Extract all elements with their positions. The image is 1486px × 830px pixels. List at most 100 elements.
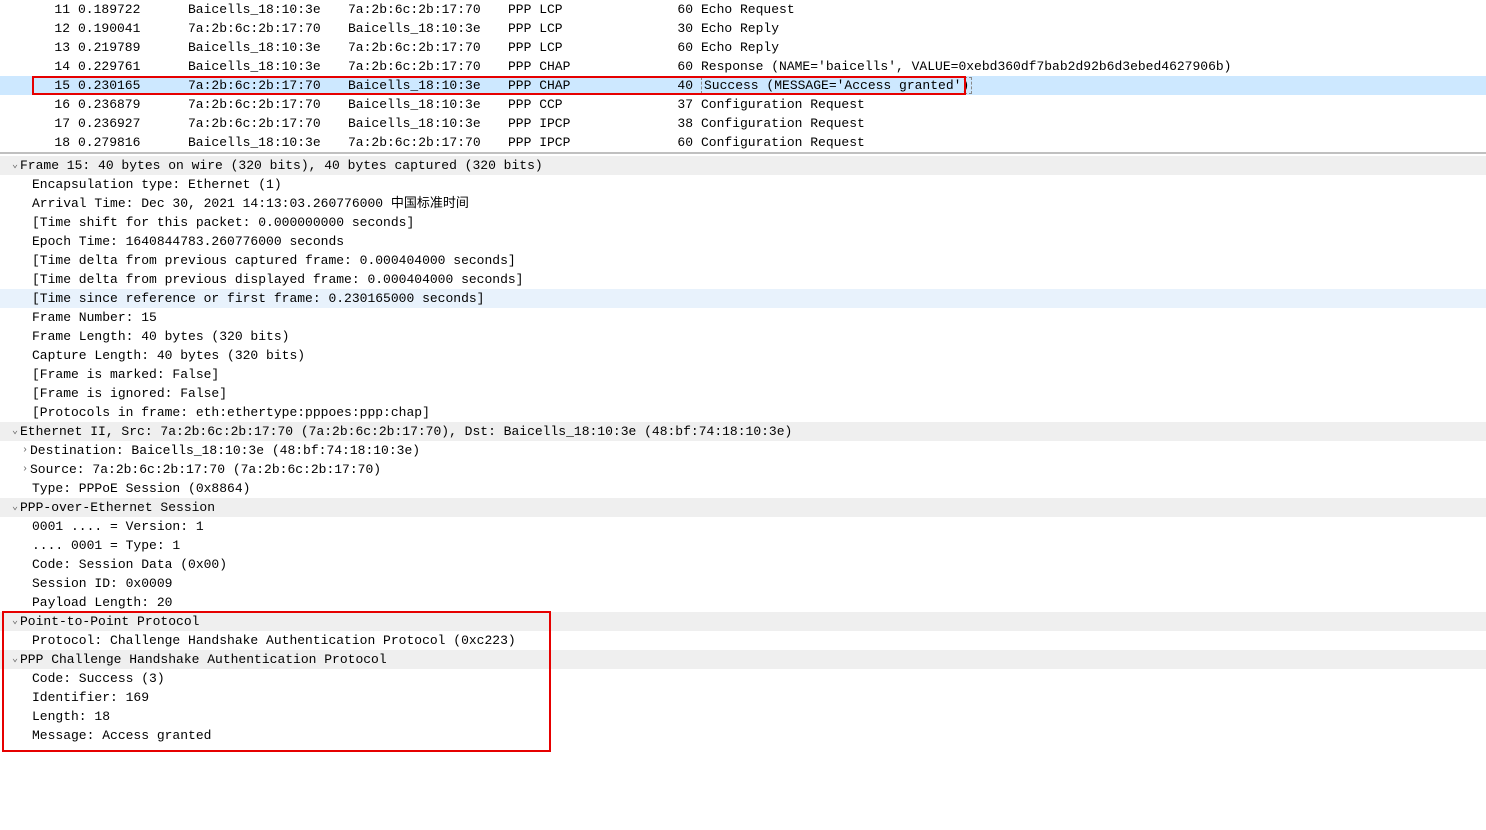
col-protocol: PPP CHAP [508, 76, 663, 95]
chap-header[interactable]: ⌄PPP Challenge Handshake Authentication … [0, 650, 1486, 669]
detail-line[interactable]: Frame Number: 15 [0, 308, 1486, 327]
col-source: 7a:2b:6c:2b:17:70 [188, 19, 348, 38]
detail-line[interactable]: Payload Length: 20 [0, 593, 1486, 612]
col-no: 17 [40, 114, 70, 133]
col-no: 12 [40, 19, 70, 38]
detail-line[interactable]: Type: PPPoE Session (0x8864) [0, 479, 1486, 498]
col-protocol: PPP CCP [508, 95, 663, 114]
col-time: 0.279816 [70, 133, 188, 152]
col-destination: 7a:2b:6c:2b:17:70 [348, 0, 508, 19]
col-protocol: PPP IPCP [508, 114, 663, 133]
chevron-right-icon: › [20, 460, 30, 479]
col-length: 37 [663, 95, 693, 114]
packet-row[interactable]: 140.229761Baicells_18:10:3e7a:2b:6c:2b:1… [0, 57, 1486, 76]
ethernet-header[interactable]: ⌄Ethernet II, Src: 7a:2b:6c:2b:17:70 (7a… [0, 422, 1486, 441]
packet-row[interactable]: 150.2301657a:2b:6c:2b:17:70Baicells_18:1… [0, 76, 1486, 95]
chevron-down-icon: ⌄ [10, 612, 20, 631]
detail-line[interactable]: Code: Success (3) [0, 669, 1486, 688]
detail-line[interactable]: 0001 .... = Version: 1 [0, 517, 1486, 536]
col-info: Configuration Request [693, 95, 1486, 114]
col-info: Success (MESSAGE='Access granted') [693, 76, 1486, 95]
col-source: Baicells_18:10:3e [188, 0, 348, 19]
detail-line[interactable]: [Time delta from previous captured frame… [0, 251, 1486, 270]
packet-row[interactable]: 180.279816Baicells_18:10:3e7a:2b:6c:2b:1… [0, 133, 1486, 152]
pppoe-header[interactable]: ⌄PPP-over-Ethernet Session [0, 498, 1486, 517]
detail-line[interactable]: [Frame is ignored: False] [0, 384, 1486, 403]
detail-line[interactable]: ›Source: 7a:2b:6c:2b:17:70 (7a:2b:6c:2b:… [0, 460, 1486, 479]
col-info: Echo Request [693, 0, 1486, 19]
col-info: Configuration Request [693, 133, 1486, 152]
packet-details[interactable]: ⌄Frame 15: 40 bytes on wire (320 bits), … [0, 153, 1486, 745]
detail-line[interactable]: ›Destination: Baicells_18:10:3e (48:bf:7… [0, 441, 1486, 460]
col-no: 11 [40, 0, 70, 19]
col-info: Configuration Request [693, 114, 1486, 133]
detail-line[interactable]: Protocol: Challenge Handshake Authentica… [0, 631, 1486, 650]
col-source: 7a:2b:6c:2b:17:70 [188, 114, 348, 133]
detail-line[interactable]: Encapsulation type: Ethernet (1) [0, 175, 1486, 194]
col-time: 0.229761 [70, 57, 188, 76]
detail-line[interactable]: Code: Session Data (0x00) [0, 555, 1486, 574]
col-destination: 7a:2b:6c:2b:17:70 [348, 57, 508, 76]
packet-row[interactable]: 110.189722Baicells_18:10:3e7a:2b:6c:2b:1… [0, 0, 1486, 19]
col-destination: Baicells_18:10:3e [348, 114, 508, 133]
col-length: 40 [663, 76, 693, 95]
col-time: 0.230165 [70, 76, 188, 95]
col-time: 0.190041 [70, 19, 188, 38]
frame-header[interactable]: ⌄Frame 15: 40 bytes on wire (320 bits), … [0, 156, 1486, 175]
chevron-right-icon: › [20, 441, 30, 460]
detail-line[interactable]: [Protocols in frame: eth:ethertype:pppoe… [0, 403, 1486, 422]
chevron-down-icon: ⌄ [10, 498, 20, 517]
col-destination: Baicells_18:10:3e [348, 76, 508, 95]
col-source: Baicells_18:10:3e [188, 38, 348, 57]
col-length: 30 [663, 19, 693, 38]
col-no: 18 [40, 133, 70, 152]
col-length: 60 [663, 57, 693, 76]
detail-line[interactable]: Message: Access granted [0, 726, 1486, 745]
col-source: Baicells_18:10:3e [188, 57, 348, 76]
col-info: Response (NAME='baicells', VALUE=0xebd36… [693, 57, 1486, 76]
detail-line[interactable]: [Frame is marked: False] [0, 365, 1486, 384]
detail-line[interactable]: Frame Length: 40 bytes (320 bits) [0, 327, 1486, 346]
detail-line[interactable]: [Time delta from previous displayed fram… [0, 270, 1486, 289]
col-info: Echo Reply [693, 38, 1486, 57]
col-time: 0.236927 [70, 114, 188, 133]
col-destination: 7a:2b:6c:2b:17:70 [348, 133, 508, 152]
col-info: Echo Reply [693, 19, 1486, 38]
ppp-header[interactable]: ⌄Point-to-Point Protocol [0, 612, 1486, 631]
col-length: 60 [663, 0, 693, 19]
col-destination: Baicells_18:10:3e [348, 19, 508, 38]
chevron-down-icon: ⌄ [10, 422, 20, 441]
detail-line[interactable]: [Time shift for this packet: 0.000000000… [0, 213, 1486, 232]
col-protocol: PPP LCP [508, 19, 663, 38]
packet-list[interactable]: 110.189722Baicells_18:10:3e7a:2b:6c:2b:1… [0, 0, 1486, 153]
detail-line[interactable]: Epoch Time: 1640844783.260776000 seconds [0, 232, 1486, 251]
col-no: 15 [40, 76, 70, 95]
detail-line[interactable]: Session ID: 0x0009 [0, 574, 1486, 593]
col-source: 7a:2b:6c:2b:17:70 [188, 76, 348, 95]
packet-row[interactable]: 130.219789Baicells_18:10:3e7a:2b:6c:2b:1… [0, 38, 1486, 57]
col-protocol: PPP CHAP [508, 57, 663, 76]
detail-line[interactable]: Arrival Time: Dec 30, 2021 14:13:03.2607… [0, 194, 1486, 213]
col-length: 38 [663, 114, 693, 133]
col-length: 60 [663, 133, 693, 152]
chevron-down-icon: ⌄ [10, 156, 20, 175]
detail-line[interactable]: Length: 18 [0, 707, 1486, 726]
packet-row[interactable]: 120.1900417a:2b:6c:2b:17:70Baicells_18:1… [0, 19, 1486, 38]
col-time: 0.219789 [70, 38, 188, 57]
detail-line[interactable]: .... 0001 = Type: 1 [0, 536, 1486, 555]
col-protocol: PPP IPCP [508, 133, 663, 152]
col-time: 0.236879 [70, 95, 188, 114]
col-no: 13 [40, 38, 70, 57]
packet-row[interactable]: 160.2368797a:2b:6c:2b:17:70Baicells_18:1… [0, 95, 1486, 114]
col-no: 14 [40, 57, 70, 76]
col-source: Baicells_18:10:3e [188, 133, 348, 152]
col-time: 0.189722 [70, 0, 188, 19]
detail-line[interactable]: [Time since reference or first frame: 0.… [0, 289, 1486, 308]
col-no: 16 [40, 95, 70, 114]
col-protocol: PPP LCP [508, 0, 663, 19]
detail-line[interactable]: Capture Length: 40 bytes (320 bits) [0, 346, 1486, 365]
detail-line[interactable]: Identifier: 169 [0, 688, 1486, 707]
col-length: 60 [663, 38, 693, 57]
col-destination: Baicells_18:10:3e [348, 95, 508, 114]
packet-row[interactable]: 170.2369277a:2b:6c:2b:17:70Baicells_18:1… [0, 114, 1486, 133]
